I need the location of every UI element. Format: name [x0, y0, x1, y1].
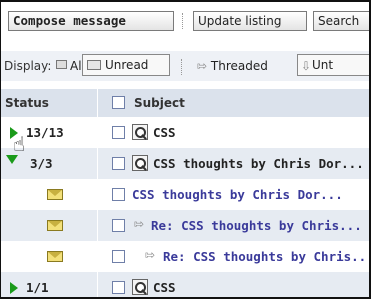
table-row: 1/1 CSS — [1, 272, 369, 297]
message-subject[interactable]: CSS thoughts by Chris Dor... — [132, 187, 343, 202]
display-unthreaded-label: Unt — [312, 58, 334, 72]
magnifier-icon[interactable] — [132, 155, 148, 171]
message-subject[interactable]: Re: CSS thoughts by Chris... — [163, 249, 369, 264]
column-divider — [97, 148, 98, 179]
magnifier-icon[interactable] — [132, 279, 148, 295]
reply-arrow-icon: ⇰ — [197, 59, 208, 73]
row-checkbox[interactable] — [112, 250, 125, 263]
down-arrow-icon: ⇩ — [301, 59, 312, 73]
select-all-checkbox[interactable] — [112, 96, 125, 109]
row-checkbox[interactable] — [112, 126, 125, 139]
table-row: ⇰ Re: CSS thoughts by Chris... — [1, 241, 369, 272]
all-messages-icon — [56, 60, 67, 69]
column-divider — [97, 89, 98, 117]
table-row: CSS thoughts by Chris Dor... — [1, 179, 369, 210]
envelope-icon — [47, 189, 63, 200]
search-button[interactable]: Search — [313, 11, 369, 31]
envelope-icon — [47, 251, 63, 262]
column-divider — [97, 117, 98, 148]
message-subject[interactable]: Re: CSS thoughts by Chris... — [151, 218, 362, 233]
column-divider — [97, 272, 98, 297]
envelope-icon — [47, 220, 63, 231]
reply-arrow-icon: ⇰ — [145, 248, 156, 262]
column-divider — [97, 210, 98, 241]
message-count: 3/3 — [30, 156, 53, 171]
row-checkbox[interactable] — [112, 219, 125, 232]
row-checkbox[interactable] — [112, 188, 125, 201]
table-row: 3/3 CSS thoughts by Chris Dor... — [1, 148, 369, 179]
display-unread-label: Unread — [105, 58, 149, 72]
row-checkbox[interactable] — [112, 157, 125, 170]
display-label: Display: — [4, 59, 52, 73]
display-options-bar: Display: All Unread ⇰ Threaded ⇩ Unt — [1, 51, 369, 81]
message-count: 13/13 — [26, 125, 64, 140]
toolbar: Compose message Update listing Search — [1, 2, 369, 42]
magnifier-icon[interactable] — [132, 124, 148, 140]
collapse-arrow-icon[interactable] — [6, 155, 18, 164]
toolbar-divider — [182, 13, 183, 29]
column-divider — [97, 241, 98, 272]
table-row: ⇰ Re: CSS thoughts by Chris... — [1, 210, 369, 241]
display-unread-option[interactable]: Unread — [82, 54, 170, 76]
row-checkbox[interactable] — [112, 281, 125, 294]
thread-subject[interactable]: CSS — [153, 125, 176, 140]
envelope-icon — [87, 60, 101, 70]
column-divider — [97, 179, 98, 210]
expand-arrow-icon[interactable] — [10, 282, 18, 294]
thread-subject[interactable]: CSS thoughts by Chris Dor... — [153, 156, 364, 171]
display-threaded-label: Threaded — [210, 59, 268, 73]
compose-message-button[interactable]: Compose message — [8, 11, 174, 31]
display-all-option[interactable]: All — [56, 59, 85, 73]
reply-arrow-icon: ⇰ — [134, 217, 145, 231]
table-header: Status Subject — [1, 89, 369, 117]
status-column-header[interactable]: Status — [5, 96, 49, 110]
display-divider — [181, 59, 182, 75]
display-unthreaded-option[interactable]: ⇩ Unt — [297, 54, 369, 76]
display-threaded-option[interactable]: ⇰ Threaded — [197, 59, 268, 73]
hand-cursor-icon: ☝ — [13, 132, 26, 156]
table-row: 13/13 CSS — [1, 117, 369, 148]
forum-panel: Compose message Update listing Search Di… — [0, 0, 371, 299]
thread-subject[interactable]: CSS — [153, 280, 176, 295]
update-listing-button[interactable]: Update listing — [193, 11, 307, 31]
message-count: 1/1 — [26, 280, 49, 295]
subject-column-header[interactable]: Subject — [134, 96, 185, 110]
